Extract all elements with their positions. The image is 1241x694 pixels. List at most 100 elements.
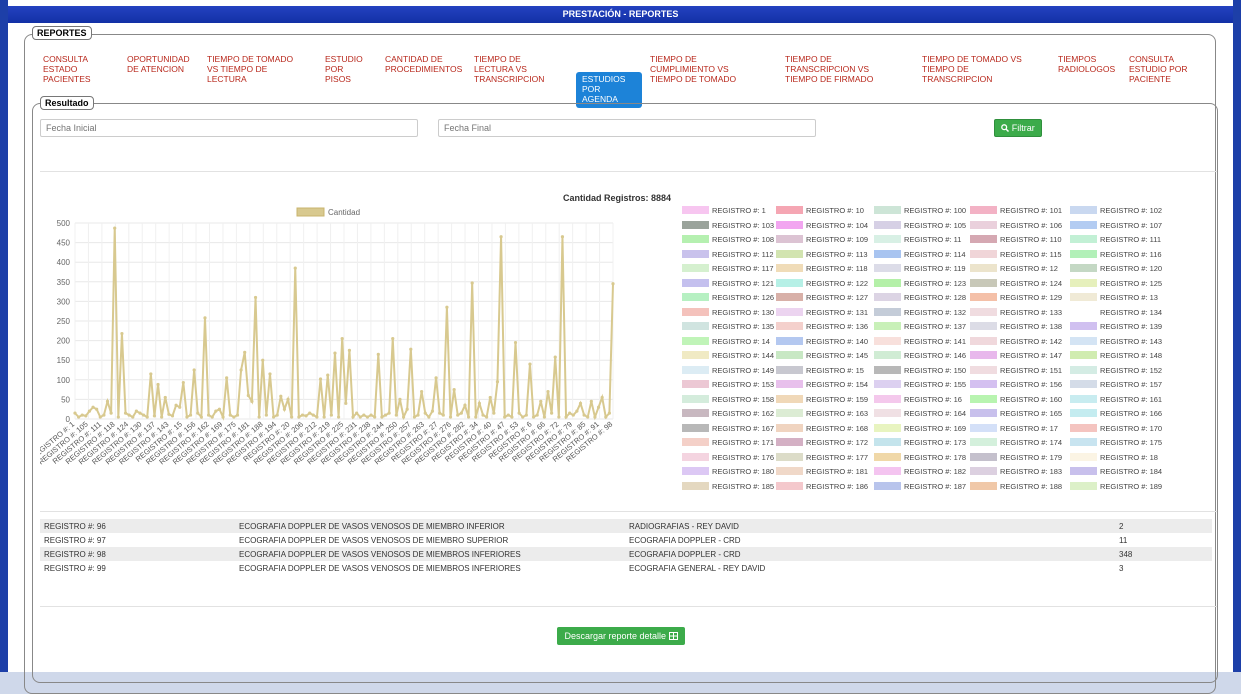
legend-item[interactable]: REGISTRO #: 112: [682, 249, 774, 259]
legend-item[interactable]: REGISTRO #: 130: [682, 307, 774, 317]
legend-item[interactable]: REGISTRO #: 149: [682, 365, 774, 375]
legend-item[interactable]: REGISTRO #: 181: [776, 467, 868, 476]
legend-item[interactable]: REGISTRO #: 165: [970, 409, 1062, 418]
legend-item[interactable]: REGISTRO #: 166: [1070, 409, 1162, 418]
legend-item[interactable]: REGISTRO #: 152: [1070, 365, 1162, 375]
tab-consulta-estudio-paciente[interactable]: CONSULTA ESTUDIO POR PACIENTE: [1123, 52, 1203, 86]
legend-item[interactable]: REGISTRO #: 139: [1070, 322, 1162, 331]
legend-item[interactable]: REGISTRO #: 128: [874, 293, 966, 302]
legend-item[interactable]: REGISTRO #: 123: [874, 278, 966, 288]
legend-item[interactable]: REGISTRO #: 12: [970, 264, 1058, 273]
legend-item[interactable]: REGISTRO #: 111: [1070, 235, 1161, 244]
legend-item[interactable]: REGISTRO #: 175: [1070, 438, 1162, 447]
legend-item[interactable]: REGISTRO #: 107: [1070, 220, 1162, 230]
legend-item[interactable]: REGISTRO #: 187: [874, 481, 966, 491]
legend-item[interactable]: REGISTRO #: 131: [776, 307, 868, 317]
legend-item[interactable]: REGISTRO #: 164: [874, 409, 966, 418]
tab-oportunidad-atencion[interactable]: OPORTUNIDAD DE ATENCION: [121, 52, 201, 76]
legend-item[interactable]: REGISTRO #: 148: [1070, 351, 1162, 360]
legend-item[interactable]: REGISTRO #: 163: [776, 409, 868, 418]
legend-item[interactable]: REGISTRO #: 173: [874, 438, 966, 447]
legend-item[interactable]: REGISTRO #: 172: [776, 438, 868, 447]
legend-item[interactable]: REGISTRO #: 105: [874, 220, 966, 230]
legend-item[interactable]: REGISTRO #: 153: [682, 380, 774, 389]
legend-item[interactable]: REGISTRO #: 186: [776, 481, 868, 491]
legend-item[interactable]: REGISTRO #: 16: [874, 394, 962, 404]
legend-item[interactable]: REGISTRO #: 189: [1070, 481, 1162, 491]
legend-item[interactable]: REGISTRO #: 188: [970, 481, 1062, 491]
tab-estudio-por-pisos[interactable]: ESTUDIO POR PISOS: [319, 52, 375, 86]
legend-item[interactable]: REGISTRO #: 158: [682, 394, 774, 404]
legend-item[interactable]: REGISTRO #: 135: [682, 322, 774, 331]
legend-item[interactable]: REGISTRO #: 102: [1070, 206, 1162, 215]
legend-item[interactable]: REGISTRO #: 157: [1070, 380, 1162, 389]
legend-item[interactable]: REGISTRO #: 155: [874, 380, 966, 389]
legend-item[interactable]: REGISTRO #: 168: [776, 423, 868, 433]
legend-item[interactable]: REGISTRO #: 104: [776, 220, 868, 230]
legend-item[interactable]: REGISTRO #: 143: [1070, 336, 1162, 346]
tab-tomado-vs-lectura[interactable]: TIEMPO DE TOMADO VS TIEMPO DE LECTURA: [201, 52, 311, 86]
legend-item[interactable]: REGISTRO #: 113: [776, 249, 868, 259]
legend-item[interactable]: REGISTRO #: 179: [970, 452, 1062, 462]
legend-item[interactable]: REGISTRO #: 161: [1070, 394, 1162, 404]
legend-item[interactable]: REGISTRO #: 137: [874, 322, 966, 331]
tab-tomado-vs-transcripcion[interactable]: TIEMPO DE TOMADO VS TIEMPO DE TRANSCRIPC…: [916, 52, 1046, 86]
legend-item[interactable]: REGISTRO #: 178: [874, 452, 966, 462]
tab-lectura-vs-transcripcion[interactable]: TIEMPO DE LECTURA VS TRANSCRIPCION: [468, 52, 568, 86]
download-report-button[interactable]: Descargar reporte detalle: [557, 627, 685, 645]
legend-item[interactable]: REGISTRO #: 106: [970, 220, 1062, 230]
tab-tiempos-radiologos[interactable]: TIEMPOS RADIOLOGOS: [1052, 52, 1118, 76]
legend-item[interactable]: REGISTRO #: 109: [776, 235, 868, 244]
legend-item[interactable]: REGISTRO #: 184: [1070, 467, 1162, 476]
tab-cumplimiento-vs-tomado[interactable]: TIEMPO DE CUMPLIMIENTO VS TIEMPO DE TOMA…: [644, 52, 769, 86]
fecha-final-input[interactable]: [438, 119, 816, 137]
legend-item[interactable]: REGISTRO #: 114: [874, 249, 966, 259]
legend-item[interactable]: REGISTRO #: 154: [776, 380, 868, 389]
legend-item[interactable]: REGISTRO #: 142: [970, 336, 1062, 346]
legend-item[interactable]: REGISTRO #: 100: [874, 206, 966, 215]
legend-item[interactable]: REGISTRO #: 1: [682, 206, 766, 215]
legend-item[interactable]: REGISTRO #: 110: [970, 235, 1062, 244]
legend-item[interactable]: REGISTRO #: 103: [682, 220, 774, 230]
legend-item[interactable]: REGISTRO #: 101: [970, 206, 1062, 215]
legend-item[interactable]: REGISTRO #: 141: [874, 336, 966, 346]
tab-transcripcion-vs-firmado[interactable]: TIEMPO DE TRANSCRIPCION VS TIEMPO DE FIR…: [779, 52, 909, 86]
legend-item[interactable]: REGISTRO #: 126: [682, 293, 774, 302]
legend-item[interactable]: REGISTRO #: 125: [1070, 278, 1162, 288]
legend-item[interactable]: REGISTRO #: 121: [682, 278, 774, 288]
legend-item[interactable]: REGISTRO #: 159: [776, 394, 868, 404]
legend-item[interactable]: REGISTRO #: 18: [1070, 452, 1158, 462]
legend-item[interactable]: REGISTRO #: 147: [970, 351, 1062, 360]
legend-item[interactable]: REGISTRO #: 177: [776, 452, 868, 462]
legend-item[interactable]: REGISTRO #: 171: [682, 438, 774, 447]
legend-item[interactable]: REGISTRO #: 127: [776, 293, 868, 302]
legend-item[interactable]: REGISTRO #: 10: [776, 206, 864, 215]
legend-item[interactable]: REGISTRO #: 183: [970, 467, 1062, 476]
legend-item[interactable]: REGISTRO #: 156: [970, 380, 1062, 389]
legend-item[interactable]: REGISTRO #: 169: [874, 423, 966, 433]
legend-item[interactable]: REGISTRO #: 14: [682, 336, 770, 346]
legend-item[interactable]: REGISTRO #: 145: [776, 351, 868, 360]
legend-item[interactable]: REGISTRO #: 140: [776, 336, 868, 346]
fecha-inicial-input[interactable]: [40, 119, 418, 137]
legend-item[interactable]: REGISTRO #: 17: [970, 423, 1058, 433]
legend-item[interactable]: REGISTRO #: 176: [682, 452, 774, 462]
legend-item[interactable]: REGISTRO #: 118: [776, 264, 868, 273]
legend-item[interactable]: REGISTRO #: 136: [776, 322, 868, 331]
legend-item[interactable]: REGISTRO #: 15: [776, 365, 864, 375]
legend-item[interactable]: REGISTRO #: 134: [1070, 307, 1162, 317]
legend-item[interactable]: REGISTRO #: 11: [874, 235, 961, 244]
legend-item[interactable]: REGISTRO #: 144: [682, 351, 774, 360]
legend-item[interactable]: REGISTRO #: 133: [970, 307, 1062, 317]
legend-item[interactable]: REGISTRO #: 115: [970, 249, 1062, 259]
legend-item[interactable]: REGISTRO #: 151: [970, 365, 1062, 375]
legend-item[interactable]: REGISTRO #: 108: [682, 235, 774, 244]
legend-item[interactable]: REGISTRO #: 180: [682, 467, 774, 476]
legend-item[interactable]: REGISTRO #: 129: [970, 293, 1062, 302]
legend-item[interactable]: REGISTRO #: 170: [1070, 423, 1162, 433]
legend-item[interactable]: REGISTRO #: 124: [970, 278, 1062, 288]
legend-item[interactable]: REGISTRO #: 119: [874, 264, 966, 273]
legend-item[interactable]: REGISTRO #: 167: [682, 423, 774, 433]
legend-item[interactable]: REGISTRO #: 162: [682, 409, 774, 418]
legend-item[interactable]: REGISTRO #: 120: [1070, 264, 1162, 273]
